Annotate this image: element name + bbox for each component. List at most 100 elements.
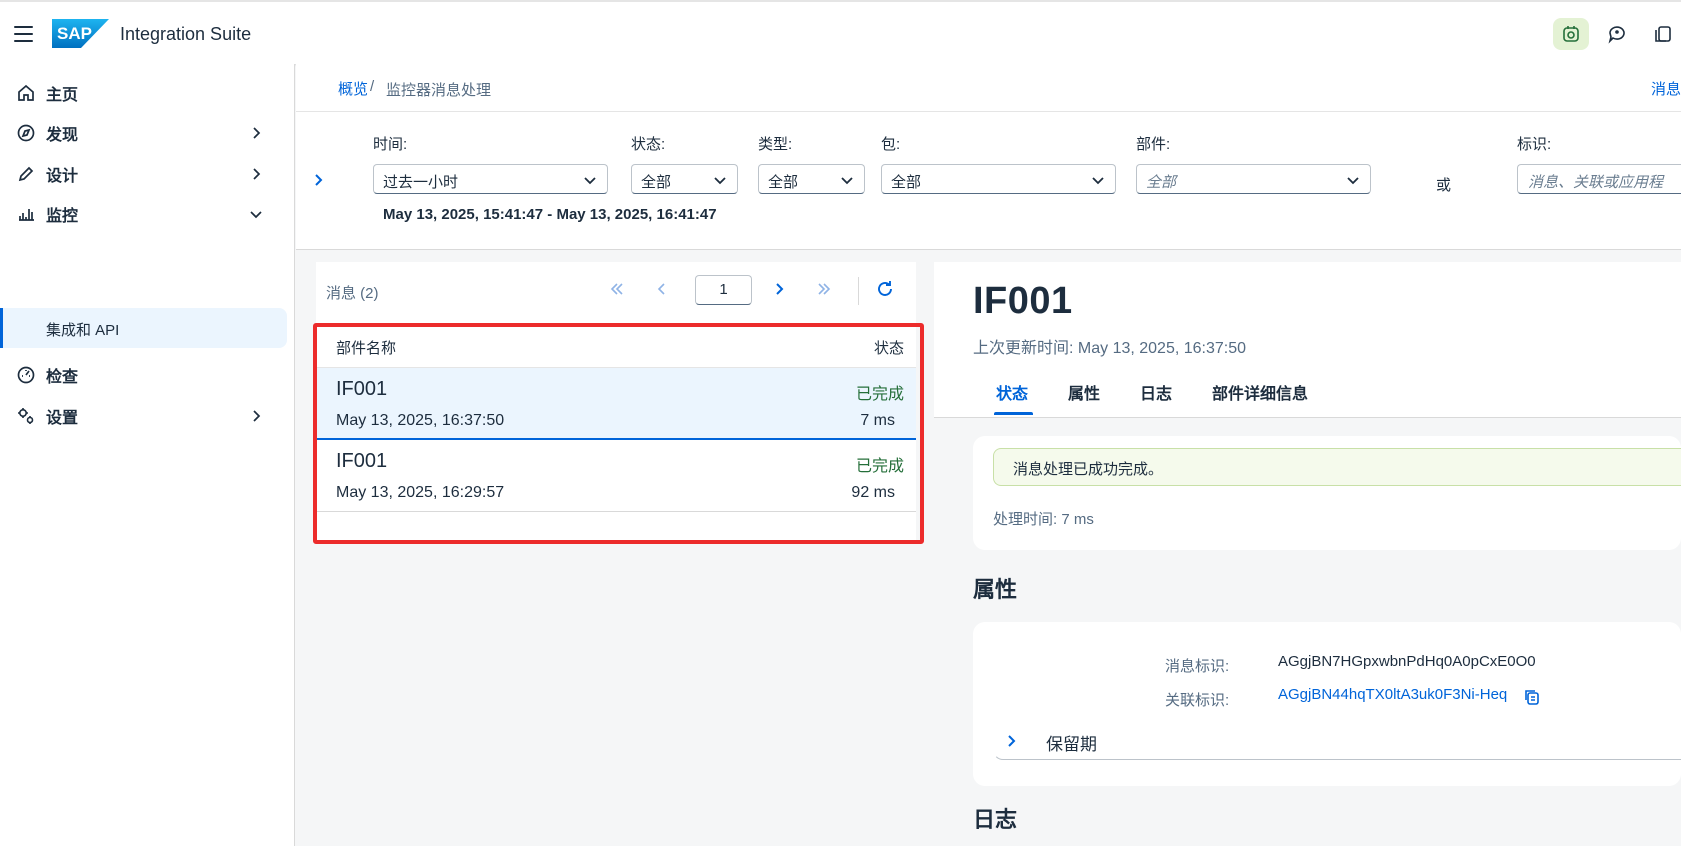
sidebar-item-inspect[interactable]: 检查 [0, 355, 287, 395]
chevron-right-icon [253, 168, 261, 180]
copy-icon[interactable] [1523, 688, 1541, 706]
tab-artifact-details[interactable]: 部件详细信息 [1212, 380, 1308, 404]
sidebar-item-monitor[interactable]: 监控 [0, 194, 287, 234]
detail-header: IF001 上次更新时间: May 13, 2025, 16:37:50 状态 … [934, 262, 1681, 418]
sidebar-item-label: 主页 [46, 87, 79, 104]
breadcrumb-separator: / [370, 78, 375, 95]
sidebar-item-label: 检查 [46, 369, 79, 386]
artifact-filter-label: 部件: [1136, 136, 1171, 153]
table-header: 部件名称 状态 [316, 323, 916, 368]
correlation-id-label: 关联标识: [1165, 692, 1230, 709]
home-icon [16, 83, 36, 103]
previous-page-icon[interactable] [651, 278, 673, 300]
breadcrumb-overview-link[interactable]: 概览 [338, 78, 368, 99]
sidebar-item-label: 设计 [46, 168, 79, 185]
or-label: 或 [1436, 177, 1452, 194]
row-duration: 7 ms [860, 412, 895, 429]
identifier-search-input[interactable]: 消息、关联或应用程 [1517, 164, 1681, 194]
compass-icon [16, 123, 36, 143]
pager-divider [858, 277, 859, 305]
chevron-right-icon [253, 410, 261, 422]
notes-icon[interactable] [1645, 18, 1681, 50]
row-date: May 13, 2025, 16:37:50 [336, 412, 505, 429]
first-page-icon[interactable] [606, 278, 628, 300]
gauge-icon [16, 365, 36, 385]
chevron-right-icon [1008, 735, 1016, 747]
tab-status[interactable]: 状态 [996, 380, 1028, 404]
package-filter-label: 包: [881, 136, 901, 153]
filter-bar: 时间: 过去一小时 状态: 全部 类型: 全部 包: 全部 部件: 全部 或 标… [296, 112, 1681, 250]
time-filter-select[interactable]: 过去一小时 [373, 164, 608, 194]
sap-logo[interactable]: SAP [52, 19, 109, 48]
menu-icon[interactable] [14, 26, 33, 42]
status-filter-label: 状态: [631, 136, 666, 153]
status-card: 消息处理已成功完成。 处理时间: 7 ms [973, 436, 1681, 550]
chevron-down-icon [1347, 177, 1359, 185]
row-status: 已完成 [855, 386, 904, 403]
connected-apps-icon[interactable] [1553, 18, 1589, 50]
row-artifact-name: IF001 [336, 378, 388, 400]
retention-label: 保留期 [1046, 735, 1097, 754]
messages-table: 部件名称 状态 IF001 已完成 May 13, 2025, 16:37:50… [316, 323, 916, 512]
chevron-down-icon [584, 177, 596, 185]
message-detail-panel: IF001 上次更新时间: May 13, 2025, 16:37:50 状态 … [934, 262, 1681, 846]
properties-card: 消息标识: AGgjBN7HGpxwbnPdHq0A0pCxE0O0 关联标识:… [973, 622, 1681, 786]
pencil-icon [16, 164, 36, 184]
svg-text:SAP: SAP [57, 24, 92, 43]
chevron-right-icon [253, 127, 261, 139]
column-artifact-name: 部件名称 [336, 340, 397, 357]
breadcrumb-current: 监控器消息处理 [386, 82, 492, 99]
column-status: 状态 [873, 340, 904, 357]
package-filter-value: 全部 [891, 174, 922, 191]
sidebar-item-integrations-api[interactable]: 集成和 API [0, 308, 287, 348]
last-page-icon[interactable] [813, 278, 835, 300]
feedback-icon[interactable] [1599, 18, 1635, 50]
identifier-filter-label: 标识: [1517, 136, 1552, 153]
chevron-down-icon [250, 211, 262, 219]
next-page-icon[interactable] [768, 278, 790, 300]
active-tab-indicator [994, 412, 1033, 415]
sidebar-item-settings[interactable]: 设置 [0, 396, 287, 436]
package-filter-select[interactable]: 全部 [881, 164, 1116, 194]
detail-title: IF001 [973, 280, 1073, 322]
side-navigation: 主页 发现 设计 监控 集成和 API 检查 设置 [0, 64, 295, 846]
sidebar-item-home[interactable]: 主页 [0, 73, 287, 113]
page-number-input[interactable]: 1 [695, 275, 752, 305]
retention-expander[interactable]: 保留期 [993, 722, 1681, 760]
row-status: 已完成 [855, 458, 904, 475]
type-filter-value: 全部 [768, 174, 799, 191]
table-row[interactable]: IF001 已完成 May 13, 2025, 16:37:50 7 ms [316, 368, 916, 440]
tab-properties[interactable]: 属性 [1068, 380, 1100, 404]
message-id-label: 消息标识: [1165, 658, 1230, 675]
artifact-filter-placeholder: 全部 [1146, 174, 1177, 191]
tab-logs[interactable]: 日志 [1140, 380, 1172, 404]
message-id-value: AGgjBN7HGpxwbnPdHq0A0pCxE0O0 [1278, 653, 1536, 670]
identifier-placeholder: 消息、关联或应用程 [1528, 174, 1664, 191]
time-range-text: May 13, 2025, 15:41:47 - May 13, 2025, 1… [383, 206, 717, 223]
table-row[interactable]: IF001 已完成 May 13, 2025, 16:29:57 92 ms [316, 440, 916, 512]
status-filter-value: 全部 [641, 174, 672, 191]
status-filter-select[interactable]: 全部 [631, 164, 738, 194]
sidebar-item-design[interactable]: 设计 [0, 154, 287, 194]
success-message-text: 消息处理已成功完成。 [1013, 461, 1164, 478]
logs-section-title: 日志 [973, 807, 1018, 832]
sidebar-item-label: 监控 [46, 208, 79, 225]
correlation-id-link[interactable]: AGgjBN44hqTX0ltA3uk0F3Ni-Heq [1278, 686, 1507, 703]
app-title: Integration Suite [120, 24, 252, 44]
last-updated-text: 上次更新时间: May 13, 2025, 16:37:50 [973, 340, 1247, 357]
row-artifact-name: IF001 [336, 450, 388, 472]
messages-link[interactable]: 消息 [1651, 78, 1681, 99]
expand-filters-icon[interactable] [310, 172, 326, 188]
time-filter-value: 过去一小时 [383, 174, 459, 191]
time-filter-label: 时间: [373, 136, 408, 153]
artifact-filter-select[interactable]: 全部 [1136, 164, 1371, 194]
chevron-down-icon [1092, 177, 1104, 185]
sidebar-item-label: 集成和 API [46, 322, 120, 339]
type-filter-select[interactable]: 全部 [758, 164, 865, 194]
refresh-icon[interactable] [874, 278, 896, 300]
chevron-down-icon [714, 177, 726, 185]
row-duration: 92 ms [851, 484, 895, 501]
shell-header: SAP Integration Suite [0, 0, 1681, 64]
sidebar-item-discover[interactable]: 发现 [0, 113, 287, 153]
success-message-strip: 消息处理已成功完成。 [993, 448, 1681, 486]
